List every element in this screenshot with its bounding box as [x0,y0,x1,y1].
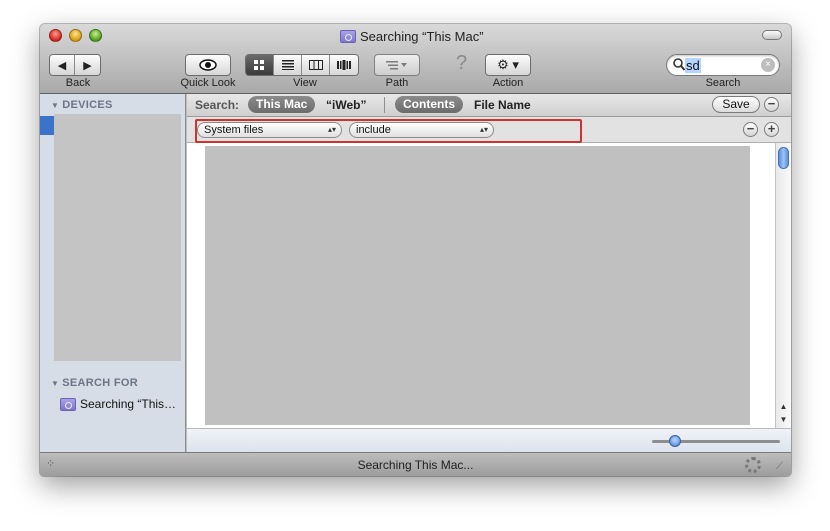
add-criterion-button[interactable]: + [764,122,779,137]
action-button[interactable]: ⚙ ▾ [485,54,531,76]
back-forward-control: ◀ ▶ [49,54,101,76]
grid-icon [254,59,264,70]
remove-criterion-button[interactable]: − [743,122,758,137]
toolbar-toggle-button[interactable] [762,30,782,40]
view-mode-control [245,54,359,76]
column-view-button[interactable] [302,55,330,75]
sidebar-item-searching-this-mac[interactable]: Searching “This… [60,397,176,411]
vertical-scrollbar[interactable]: ▲ ▼ [775,143,791,428]
main-content: Search: This Mac “iWeb” Contents File Na… [187,94,791,452]
search-contents-button[interactable]: Contents [395,96,463,113]
help-icon: ? [456,52,468,74]
disclosure-triangle-icon: ▼ [51,378,60,388]
smart-folder-icon [60,397,76,411]
results-redacted-area [205,146,750,425]
minimize-button[interactable] [69,29,82,42]
sidebar-selection[interactable] [40,116,54,135]
slider-knob[interactable] [669,435,681,447]
coverflow-icon [337,60,351,70]
quick-look-label: Quick Look [180,77,236,89]
zoom-button[interactable] [89,29,102,42]
finder-window: Searching “This Mac” ◀ ▶ Back Quick Look [40,24,791,476]
disclosure-triangle-icon: ▼ [51,100,60,110]
scrollbar-thumb[interactable] [778,147,789,169]
window-title-text: Searching “This Mac” [360,28,484,44]
quick-look-button[interactable] [185,54,231,76]
sidebar-redacted-area [54,114,181,361]
search-for-header[interactable]: ▼ SEARCH FOR [51,377,138,389]
remove-scope-button[interactable]: − [764,97,779,112]
search-input[interactable]: sd [685,58,701,73]
devices-header-label: DEVICES [62,99,113,111]
search-scope-bar: Search: This Mac “iWeb” Contents File Na… [187,94,791,117]
save-search-button[interactable]: Save [712,96,760,113]
sidebar-item-label: Searching “This… [80,397,177,411]
resize-grip-icon[interactable]: ⟋ [776,461,783,472]
status-text: Searching This Mac... [357,458,474,472]
search-criteria-row: System files ▴▾ include ▴▾ − + [187,117,791,143]
search-scope-label: Search: [195,98,240,112]
back-arrow-icon: ◀ [57,59,67,72]
back-label: Back [65,77,91,89]
scope-divider [384,97,385,113]
status-bar: ⁘ Searching This Mac... ⟋ [40,452,791,476]
devices-header[interactable]: ▼ DEVICES [51,99,113,111]
clear-search-icon[interactable]: × [761,58,775,72]
sidebar: ▼ DEVICES ▼ SEARCH FOR Searching “This… [40,94,186,452]
scope-iweb-button[interactable]: “iWeb” [326,98,366,112]
gear-icon: ⚙ ▾ [497,57,519,72]
smart-folder-icon [340,29,356,43]
scroll-up-arrow-icon[interactable]: ▲ [776,401,791,413]
icon-size-bar [187,428,791,452]
highlight-annotation-box [195,119,582,143]
back-button[interactable]: ◀ [50,55,75,75]
path-label: Path [385,77,409,89]
coverflow-view-button[interactable] [330,55,358,75]
window-title: Searching “This Mac” [340,27,484,45]
path-button[interactable] [374,54,420,76]
forward-button[interactable]: ▶ [75,55,100,75]
list-view-button[interactable] [274,55,302,75]
columns-icon [308,60,323,70]
list-icon [281,60,294,70]
progress-spinner-icon [745,457,761,473]
magnifier-icon [673,58,685,71]
search-field[interactable]: sd × [666,54,780,76]
action-label: Action [492,77,524,89]
search-for-header-label: SEARCH FOR [62,377,138,389]
eye-icon [199,59,217,71]
view-label: View [293,77,317,89]
scroll-down-arrow-icon[interactable]: ▼ [776,414,791,426]
search-label: Search [705,77,741,89]
icon-size-slider[interactable] [652,435,780,447]
forward-arrow-icon: ▶ [83,59,92,72]
toolbar: Searching “This Mac” ◀ ▶ Back Quick Look [40,24,791,94]
search-file-name-button[interactable]: File Name [474,98,531,112]
close-button[interactable] [49,29,62,42]
path-icon [386,61,407,70]
scope-this-mac-button[interactable]: This Mac [248,96,316,113]
icon-view-button[interactable] [246,55,274,75]
